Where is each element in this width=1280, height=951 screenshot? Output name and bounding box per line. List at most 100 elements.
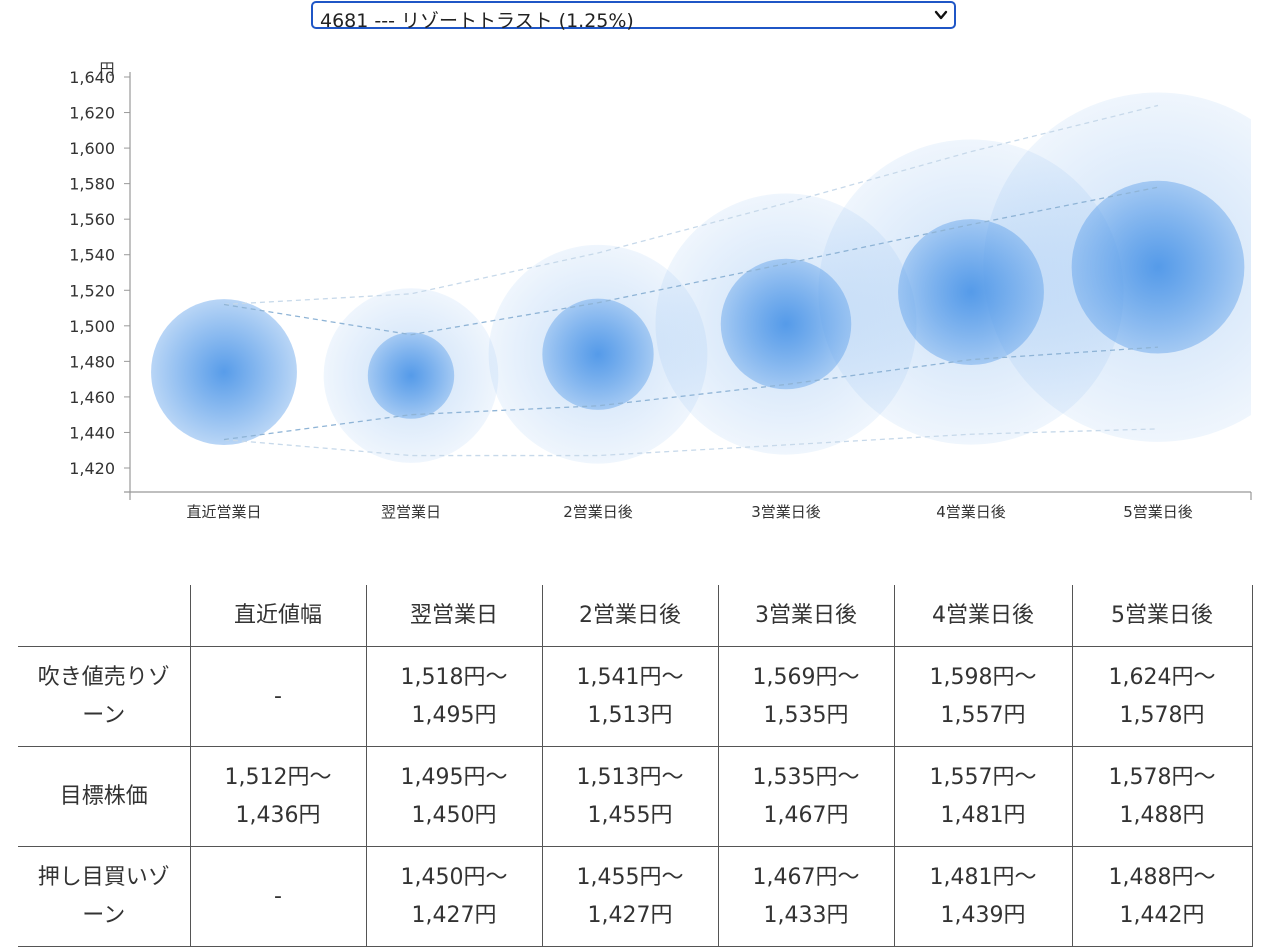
cell-line: 1,578円 [1119,702,1205,728]
cell-line: 1,433円 [763,902,849,928]
forecast-chart: 1,420 1,440 1,460 1,480 1,500 1,520 1,540 1,560… [69,60,1252,521]
cell-line: 1,518円〜 [400,664,508,690]
table-header-row: 直近値幅 翌営業日 2営業日後 3営業日後 4営業日後 5営業日後 [18,585,1253,647]
y-tick-label: 1,440 [69,423,115,442]
table-cell: 1,541円〜 1,513円 [541,646,719,747]
cell-line: 1,442円 [1119,902,1205,928]
table-header-cell: 翌営業日 [365,585,543,647]
cell-line: 1,495円〜 [400,764,508,790]
cell-line: 1,535円〜 [752,764,860,790]
cell-line: 1,488円 [1119,802,1205,828]
y-tick-label: 1,560 [69,210,115,229]
inner-bubble [367,332,455,419]
table-cell: 1,624円〜 1,578円 [1071,646,1253,747]
cell-line: 1,624円〜 [1108,664,1216,690]
y-tick-label: 1,520 [69,281,115,300]
table-header-cell: 2営業日後 [541,585,719,647]
stock-select[interactable]: 4681 --- リゾートトラスト (1.25%) [311,1,956,32]
x-tick-label: 翌営業日 [381,503,441,521]
cell-line: - [274,883,282,909]
y-tick-label: 1,500 [69,317,115,336]
chevron-down-icon [934,10,948,20]
row-label-line: 吹き値売りゾ [37,664,170,690]
table-cell: - [189,646,367,747]
x-tick-label: 直近営業日 [186,503,261,521]
x-tick-label: 4営業日後 [936,503,1006,521]
y-tick-label: 1,540 [69,246,115,265]
table-cell: - [189,846,367,947]
y-tick-label: 1,480 [69,352,115,371]
table-cell: 1,535円〜 1,467円 [717,746,895,847]
table-cell: 1,557円〜 1,481円 [893,746,1073,847]
table-header-cell: 5営業日後 [1071,585,1253,647]
row-label-line: ーン [82,702,126,728]
table-cell: 1,518円〜 1,495円 [365,646,543,747]
y-tick-label: 1,420 [69,459,115,478]
table-cell: 1,488円〜 1,442円 [1071,846,1253,947]
stock-select-value: 4681 --- リゾートトラスト (1.25%) [320,10,634,32]
table-cell: 1,598円〜 1,557円 [893,646,1073,747]
inner-bubble [151,299,297,445]
cell-line: 1,427円 [411,902,497,928]
cell-line: - [274,683,282,709]
cell-line: 1,541円〜 [576,664,684,690]
y-tick-label: 1,460 [69,388,115,407]
cell-line: 1,495円 [411,702,497,728]
table-row-sell-zone: 吹き値売りゾ ーン - 1,518円〜 1,495円 1,541円〜 1,513… [18,646,1253,747]
table-cell: 1,455円〜 1,427円 [541,846,719,947]
cell-line: 1,467円〜 [752,864,860,890]
table-cell: 1,450円〜 1,427円 [365,846,543,947]
y-unit-label: 円 [99,60,114,78]
table-cell: 1,513円〜 1,455円 [541,746,719,847]
cell-line: 1,450円〜 [400,864,508,890]
table-cell: 1,569円〜 1,535円 [717,646,895,747]
table-row-buy-zone: 押し目買いゾ ーン - 1,450円〜 1,427円 1,455円〜 1,427… [18,846,1253,947]
cell-line: 1,481円 [940,802,1026,828]
inner-bubble [542,298,654,410]
cell-line: 1,455円〜 [576,864,684,890]
row-label: 押し目買いゾ ーン [18,846,191,947]
forecast-table: 直近値幅 翌営業日 2営業日後 3営業日後 4営業日後 5営業日後 吹き値売りゾ… [18,585,1253,947]
row-label-line: ーン [82,902,126,928]
inner-bubble [898,219,1044,365]
row-label-line: 押し目買いゾ [37,864,170,890]
table-header-cell: 4営業日後 [893,585,1073,647]
table-header-cell: 直近値幅 [189,585,367,647]
table-cell: 1,495円〜 1,450円 [365,746,543,847]
cell-line: 1,569円〜 [752,664,860,690]
page: 4681 --- リゾートトラスト (1.25%) 1,420 1,440 1,46… [0,0,1280,951]
table-header-cell: 3営業日後 [717,585,895,647]
inner-bubble [1071,180,1245,354]
cell-line: 1,467円 [763,802,849,828]
cell-line: 1,481円〜 [929,864,1037,890]
cell-line: 1,598円〜 [929,664,1037,690]
table-cell: 1,512円〜 1,436円 [189,746,367,847]
x-tick-label: 2営業日後 [563,503,633,521]
x-tick-label: 3営業日後 [751,503,821,521]
cell-line: 1,450円 [411,802,497,828]
cell-line: 1,578円〜 [1108,764,1216,790]
cell-line: 1,512円〜 [224,764,332,790]
table-row-target-price: 目標株価 1,512円〜 1,436円 1,495円〜 1,450円 1,513… [18,746,1253,847]
table-cell: 1,578円〜 1,488円 [1071,746,1253,847]
x-tick-label: 5営業日後 [1123,503,1193,521]
row-label: 目標株価 [18,746,191,847]
cell-line: 1,557円 [940,702,1026,728]
row-label: 吹き値売りゾ ーン [18,646,191,747]
cell-line: 1,488円〜 [1108,864,1216,890]
row-label-line: 目標株価 [59,783,148,809]
y-tick-label: 1,580 [69,175,115,194]
table-header-corner [18,585,191,647]
cell-line: 1,436円 [235,802,321,828]
inner-bubble [720,258,852,390]
cell-line: 1,513円〜 [576,764,684,790]
cell-line: 1,535円 [763,702,849,728]
cell-line: 1,427円 [587,902,673,928]
y-tick-label: 1,600 [69,139,115,158]
cell-line: 1,439円 [940,902,1026,928]
cell-line: 1,557円〜 [929,764,1037,790]
cell-line: 1,513円 [587,702,673,728]
table-cell: 1,467円〜 1,433円 [717,846,895,947]
y-tick-label: 1,620 [69,104,115,123]
cell-line: 1,455円 [587,802,673,828]
